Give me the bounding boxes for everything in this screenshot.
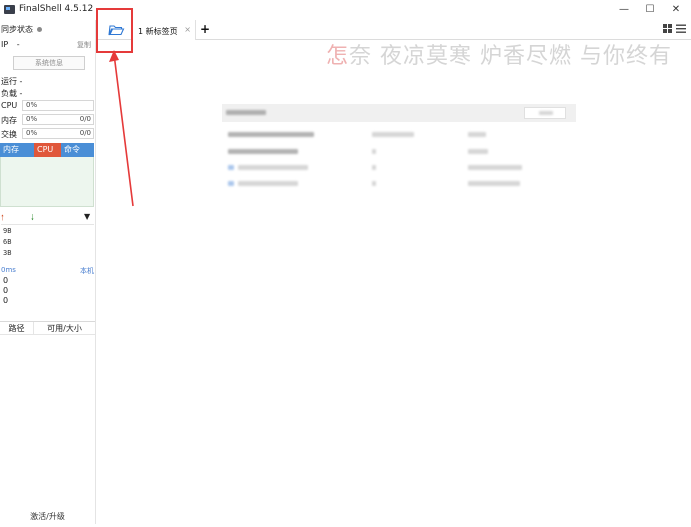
cpu-label: CPU [1,101,18,110]
tab-close-icon[interactable]: × [184,25,191,34]
swap-value: 0% [26,129,38,137]
process-tabs: 内存 CPU 命令 [0,143,94,157]
sync-status: 同步状态 [1,24,42,35]
disk-col-size[interactable]: 可用/大小 [34,322,95,334]
recent-row[interactable] [222,177,576,191]
process-tab-cpu[interactable]: CPU [34,143,61,157]
swap-extra: 0/0 [79,129,91,137]
ip-row: IP - 复制 [1,40,95,49]
recent-connections-panel [222,104,576,196]
net-scale-mid: 6B [3,238,12,246]
app-logo-icon [4,5,15,14]
memory-extra: 0/0 [79,115,91,123]
sidebar: 同步状态 IP - 复制 系统信息 运行 - 负载 - CPU 0% 内存 0%… [0,20,96,524]
tab-label: 1 新标签页 [138,27,178,36]
cpu-value: 0% [26,101,38,109]
activate-upgrade-link[interactable]: 激活/升级 [0,511,95,522]
watermark-rest: 奈 夜凉莫寒 炉香尽燃 与你终有 [349,44,672,69]
net-scale-low: 3B [3,249,12,257]
swap-meter: 0% 0/0 [22,128,94,139]
process-tab-command[interactable]: 命令 [61,143,94,157]
recent-row[interactable] [222,161,576,175]
ping-value: 0 [3,276,9,285]
disk-col-path[interactable]: 路径 [0,322,34,334]
process-tab-memory[interactable]: 内存 [0,143,34,157]
close-button[interactable]: ✕ [665,2,687,18]
net-scale-top: 9B [3,227,12,235]
tab-bar: 1 新标签页 × + [96,20,691,40]
maximize-button[interactable]: ☐ [639,2,661,18]
memory-label: 内存 [1,116,17,125]
disk-table-header: 路径 可用/大小 [0,322,95,335]
sync-status-dot-icon [37,27,42,32]
ping-value: 0 [3,296,9,305]
interface-dropdown-icon[interactable]: ▼ [84,212,90,221]
ping-latency: 0ms [1,266,16,274]
tab-new-tab[interactable]: 1 新标签页 × [132,20,196,40]
copy-ip-button[interactable]: 复制 [77,40,91,50]
ip-label: IP [1,40,9,49]
ping-value: 0 [3,286,9,295]
sync-status-label: 同步状态 [1,25,33,34]
recent-panel-header [222,104,576,122]
process-list [0,157,94,207]
network-graph: 9B 6B 3B [1,224,94,260]
watermark-first-char: 怎 [326,44,350,69]
swap-label: 交换 [1,130,17,139]
uptime-label: 运行 - [1,77,23,86]
ip-value: - [16,40,20,49]
watermark-text: 怎奈 夜凉莫寒 炉香尽燃 与你终有 [326,38,672,70]
menu-icon[interactable] [676,24,686,33]
grid-view-icon[interactable] [663,24,672,33]
cpu-meter: 0% [22,100,94,111]
ping-host[interactable]: 本机 [80,266,94,276]
load-label: 负载 - [1,89,23,98]
recent-panel-action-button[interactable] [524,107,566,119]
recent-row[interactable] [222,145,576,159]
network-direction-row: 🠑 🠓 ▼ [0,212,94,224]
minimize-button[interactable]: — [613,2,635,18]
ping-header: 0ms 本机 [1,266,94,276]
system-info-button[interactable]: 系统信息 [13,56,85,70]
memory-meter: 0% 0/0 [22,114,94,125]
add-tab-button[interactable]: + [200,22,210,36]
annotation-highlight-box [96,8,133,53]
disk-table: 路径 可用/大小 [0,321,95,527]
recent-row[interactable] [222,128,576,142]
memory-value: 0% [26,115,38,123]
annotation-arrow-icon [109,50,134,207]
view-controls [663,24,687,37]
window-title: FinalShell 4.5.12 [19,4,94,14]
